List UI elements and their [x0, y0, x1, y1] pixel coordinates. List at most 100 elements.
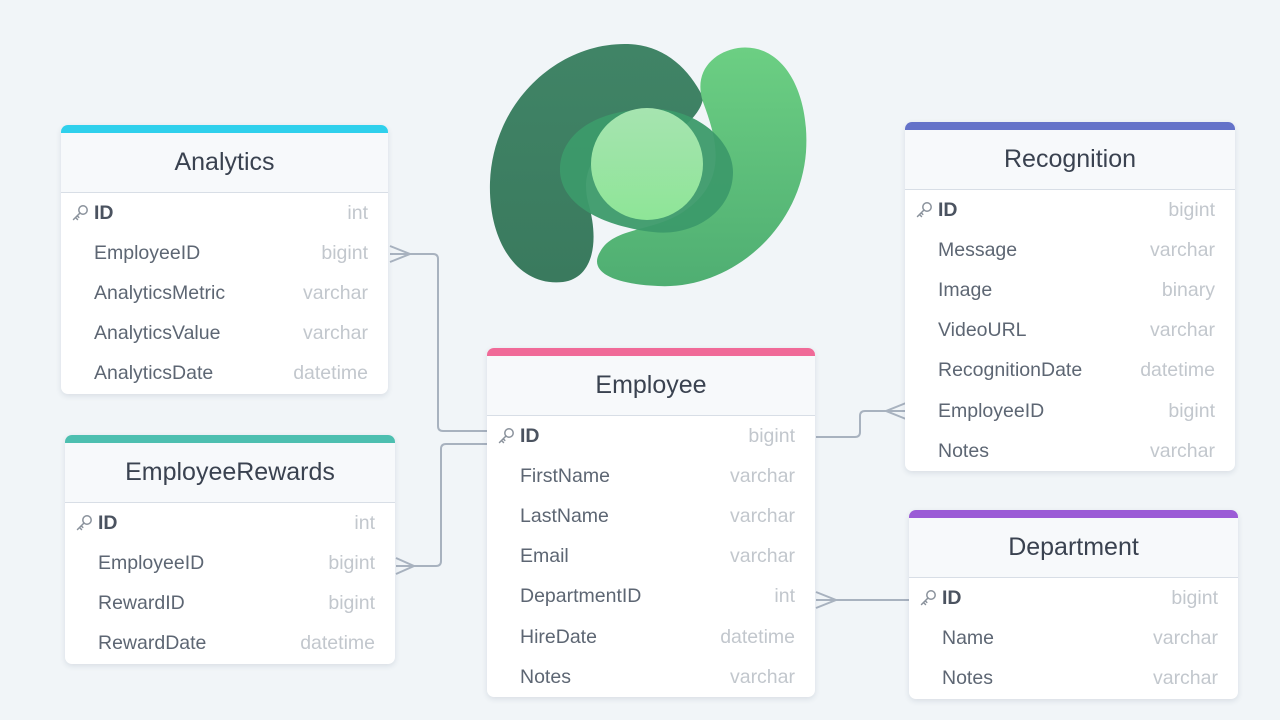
field-name: ID	[520, 424, 540, 447]
field-row[interactable]: VideoURL varchar	[905, 311, 1235, 351]
field-row[interactable]: Image binary	[905, 270, 1235, 310]
field-name: Image	[938, 278, 993, 301]
field-row[interactable]: ID int	[61, 193, 388, 233]
field-name: ID	[94, 201, 114, 224]
field-row[interactable]: DepartmentID int	[487, 577, 815, 617]
field-row[interactable]: AnalyticsMetric varchar	[61, 273, 388, 313]
field-type: varchar	[729, 665, 795, 688]
field-name: VideoURL	[938, 319, 1027, 342]
field-row[interactable]: FirstName varchar	[487, 456, 815, 496]
field-list: ID bigint FirstName varchar LastName varchar E…	[487, 416, 815, 697]
field-name: EmployeeID	[98, 551, 205, 574]
field-type: int	[774, 585, 795, 608]
field-row[interactable]: AnalyticsValue varchar	[61, 314, 388, 354]
field-name: LastName	[520, 504, 609, 527]
link-analytics-employee	[390, 253, 488, 432]
dataverse-logo-icon	[489, 43, 807, 287]
field-row[interactable]: EmployeeID bigint	[65, 543, 395, 583]
field-type: bigint	[321, 241, 368, 264]
field-type: bigint	[1168, 198, 1215, 221]
field-name: RewardDate	[98, 632, 207, 655]
field-row[interactable]: Message varchar	[905, 230, 1235, 270]
table-color-bar	[905, 122, 1235, 130]
field-name: AnalyticsDate	[94, 362, 214, 385]
table-color-bar	[487, 348, 815, 356]
field-row[interactable]: ID int	[65, 503, 395, 543]
field-row[interactable]: ID bigint	[905, 190, 1235, 230]
table-title: Analytics	[61, 133, 388, 193]
field-row[interactable]: RewardID bigint	[65, 583, 395, 623]
field-row[interactable]: ID bigint	[909, 578, 1238, 618]
primary-key-icon	[496, 426, 516, 446]
field-name: Name	[942, 626, 995, 649]
field-list: ID bigint Message varchar Image binary VideoUR…	[905, 190, 1235, 471]
field-row[interactable]: Name varchar	[909, 618, 1238, 658]
field-type: varchar	[1152, 666, 1218, 689]
table-color-bar	[61, 125, 388, 133]
field-name: AnalyticsMetric	[94, 281, 226, 304]
table-color-bar	[909, 510, 1238, 518]
field-name: ID	[98, 511, 118, 534]
field-row[interactable]: AnalyticsDate datetime	[61, 354, 388, 394]
field-name: EmployeeID	[94, 241, 201, 264]
table-recognition[interactable]: Recognition ID bigint Message varchar Image b…	[905, 122, 1235, 472]
field-name: EmployeeID	[938, 399, 1045, 422]
field-type: varchar	[1152, 626, 1218, 649]
field-row[interactable]: LastName varchar	[487, 496, 815, 536]
table-employee[interactable]: Employee ID bigint FirstName varchar LastNam…	[487, 348, 815, 698]
field-type: int	[354, 511, 375, 534]
field-type: varchar	[302, 322, 368, 345]
field-name: ID	[942, 586, 962, 609]
field-type: varchar	[1149, 238, 1215, 261]
field-type: datetime	[293, 362, 368, 385]
field-type: bigint	[328, 551, 375, 574]
field-type: datetime	[1140, 359, 1215, 382]
table-analytics[interactable]: Analytics ID int EmployeeID bigint Analytics…	[61, 125, 388, 394]
er-diagram-canvas: Analytics ID int EmployeeID bigint Analytics…	[0, 0, 1280, 720]
field-type: varchar	[1149, 319, 1215, 342]
field-row[interactable]: Notes varchar	[909, 658, 1238, 698]
field-name: ID	[938, 198, 958, 221]
table-title: Department	[909, 518, 1238, 578]
field-type: varchar	[1149, 439, 1215, 462]
field-row[interactable]: Notes varchar	[487, 657, 815, 697]
field-name: Message	[938, 238, 1018, 261]
table-title: Employee	[487, 356, 815, 416]
table-color-bar	[65, 435, 395, 443]
field-row[interactable]: RewardDate datetime	[65, 624, 395, 664]
field-type: bigint	[1168, 399, 1215, 422]
table-employee-rewards[interactable]: EmployeeRewards ID int EmployeeID bigint Rew…	[65, 435, 395, 664]
primary-key-icon	[70, 203, 90, 223]
link-employee-recognition	[816, 410, 906, 438]
field-name: Notes	[520, 665, 571, 688]
field-type: varchar	[729, 464, 795, 487]
field-row[interactable]: EmployeeID bigint	[61, 233, 388, 273]
primary-key-icon	[74, 513, 94, 533]
field-list: ID int EmployeeID bigint AnalyticsMetric varc…	[61, 193, 388, 394]
field-row[interactable]: EmployeeID bigint	[905, 391, 1235, 431]
field-row[interactable]: RecognitionDate datetime	[905, 351, 1235, 391]
field-row[interactable]: Email varchar	[487, 537, 815, 577]
field-name: Notes	[938, 439, 989, 462]
field-type: varchar	[302, 281, 368, 304]
table-title: EmployeeRewards	[65, 443, 395, 503]
field-type: datetime	[300, 632, 375, 655]
link-rewards-employee	[396, 443, 488, 567]
field-row[interactable]: ID bigint	[487, 416, 815, 456]
primary-key-icon	[918, 588, 938, 608]
field-type: bigint	[1171, 586, 1218, 609]
primary-key-icon	[914, 200, 934, 220]
field-name: RecognitionDate	[938, 359, 1083, 382]
field-type: int	[347, 201, 368, 224]
field-type: varchar	[729, 504, 795, 527]
field-type: datetime	[720, 625, 795, 648]
field-name: FirstName	[520, 464, 610, 487]
field-list: ID bigint Name varchar Notes varchar	[909, 578, 1238, 699]
table-department[interactable]: Department ID bigint Name varchar Notes varch…	[909, 510, 1238, 699]
field-name: DepartmentID	[520, 585, 642, 608]
field-row[interactable]: HireDate datetime	[487, 617, 815, 657]
field-type: bigint	[328, 591, 375, 614]
field-name: HireDate	[520, 625, 597, 648]
table-title: Recognition	[905, 130, 1235, 190]
field-row[interactable]: Notes varchar	[905, 431, 1235, 471]
